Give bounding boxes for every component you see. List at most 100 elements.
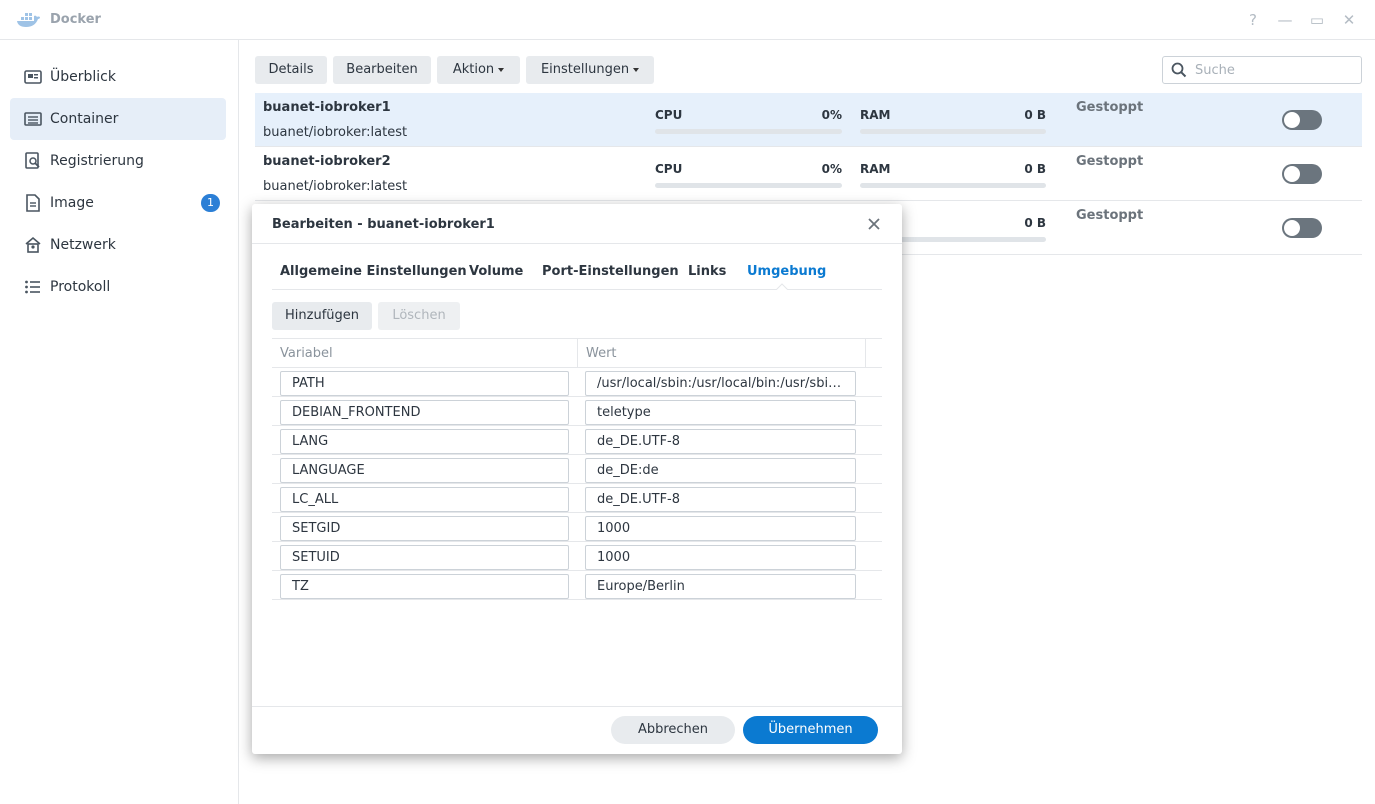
- sidebar: Überblick Container Registrierung Image …: [0, 40, 239, 804]
- tab-general-settings[interactable]: Allgemeine Einstellungen: [280, 264, 467, 279]
- image-count-badge: 1: [201, 194, 220, 212]
- search-box: [1162, 56, 1362, 84]
- cpu-label: CPU: [655, 162, 683, 176]
- env-key-input[interactable]: LC_ALL: [280, 487, 569, 512]
- apply-button[interactable]: Übernehmen: [743, 716, 878, 744]
- action-dropdown[interactable]: Aktion: [437, 56, 520, 84]
- caret-down-icon: [498, 67, 505, 72]
- cpu-value: 0%: [821, 162, 842, 176]
- env-key-input[interactable]: SETGID: [280, 516, 569, 541]
- power-toggle[interactable]: [1282, 164, 1322, 184]
- registry-icon: [24, 152, 42, 170]
- add-button[interactable]: Hinzufügen: [272, 302, 372, 330]
- sidebar-item-container[interactable]: Container: [10, 98, 226, 140]
- settings-dropdown-label: Einstellungen: [540, 62, 630, 77]
- caret-down-icon: [633, 67, 640, 72]
- env-value-input[interactable]: 1000: [585, 516, 856, 541]
- column-header-variable: Variabel: [280, 346, 333, 361]
- divider: [252, 243, 902, 244]
- container-name: buanet-iobroker2: [263, 154, 391, 169]
- env-value-input[interactable]: /usr/local/sbin:/usr/local/bin:/usr/sbin…: [585, 371, 856, 396]
- env-key-input[interactable]: DEBIAN_FRONTEND: [280, 400, 569, 425]
- container-icon: [24, 110, 42, 128]
- env-key-input[interactable]: PATH: [280, 371, 569, 396]
- sidebar-item-overview[interactable]: Überblick: [10, 56, 226, 98]
- minimize-icon[interactable]: —: [1274, 9, 1296, 31]
- container-row[interactable]: buanet-iobroker2 buanet/iobroker:latest …: [255, 147, 1362, 201]
- env-row: LC_ALL de_DE.UTF-8: [272, 484, 882, 513]
- container-row[interactable]: buanet-iobroker1 buanet/iobroker:latest …: [255, 93, 1362, 147]
- env-key-input[interactable]: LANG: [280, 429, 569, 454]
- action-dropdown-label: Aktion: [452, 62, 495, 77]
- tab-environment[interactable]: Umgebung: [747, 264, 826, 279]
- status-text: Gestoppt: [1076, 100, 1144, 115]
- active-tab-pointer-icon: [776, 283, 788, 290]
- ram-bar: [860, 183, 1046, 188]
- ram-label: RAM: [860, 108, 891, 122]
- container-image: buanet/iobroker:latest: [263, 179, 408, 194]
- tab-divider: [272, 289, 882, 290]
- sidebar-item-label: Überblick: [50, 69, 116, 85]
- network-icon: [24, 236, 42, 254]
- app-title: Docker: [50, 12, 101, 27]
- image-icon: [24, 194, 42, 212]
- cancel-button[interactable]: Abbrechen: [611, 716, 735, 744]
- column-header-value: Wert: [586, 346, 617, 361]
- tab-links[interactable]: Links: [688, 264, 726, 279]
- env-row: LANGUAGE de_DE:de: [272, 455, 882, 484]
- container-image: buanet/iobroker:latest: [263, 125, 408, 140]
- env-value-input[interactable]: de_DE:de: [585, 458, 856, 483]
- divider: [252, 706, 902, 707]
- ram-value: 0 B: [1024, 162, 1046, 176]
- tab-volume[interactable]: Volume: [469, 264, 523, 279]
- dialog-title: Bearbeiten - buanet-iobroker1: [272, 217, 495, 232]
- delete-button[interactable]: Löschen: [378, 302, 460, 330]
- cpu-value: 0%: [821, 108, 842, 122]
- env-row: DEBIAN_FRONTEND teletype: [272, 397, 882, 426]
- env-key-input[interactable]: TZ: [280, 574, 569, 599]
- column-separator: [865, 339, 866, 368]
- env-value-input[interactable]: teletype: [585, 400, 856, 425]
- settings-dropdown[interactable]: Einstellungen: [526, 56, 654, 84]
- power-toggle[interactable]: [1282, 110, 1322, 130]
- env-value-input[interactable]: 1000: [585, 545, 856, 570]
- column-separator: [577, 339, 578, 368]
- close-window-icon[interactable]: ✕: [1338, 9, 1360, 31]
- status-text: Gestoppt: [1076, 208, 1144, 223]
- sidebar-item-log[interactable]: Protokoll: [10, 266, 226, 308]
- details-button[interactable]: Details: [255, 56, 327, 84]
- container-name: buanet-iobroker1: [263, 100, 391, 115]
- ram-label: RAM: [860, 162, 891, 176]
- env-value-input[interactable]: de_DE.UTF-8: [585, 429, 856, 454]
- sidebar-item-label: Registrierung: [50, 153, 144, 169]
- cpu-bar: [655, 129, 842, 134]
- power-toggle[interactable]: [1282, 218, 1322, 238]
- sidebar-item-registry[interactable]: Registrierung: [10, 140, 226, 182]
- cpu-bar: [655, 183, 842, 188]
- docker-logo-icon: [17, 13, 40, 27]
- title-bar: Docker ? — ▭ ✕: [0, 0, 1375, 40]
- overview-icon: [24, 68, 42, 86]
- status-text: Gestoppt: [1076, 154, 1144, 169]
- maximize-icon[interactable]: ▭: [1306, 9, 1328, 31]
- sidebar-item-network[interactable]: Netzwerk: [10, 224, 226, 266]
- edit-button[interactable]: Bearbeiten: [333, 56, 431, 84]
- tab-port-settings[interactable]: Port-Einstellungen: [542, 264, 679, 279]
- log-icon: [24, 278, 42, 296]
- close-icon[interactable]: [864, 214, 884, 234]
- env-value-input[interactable]: de_DE.UTF-8: [585, 487, 856, 512]
- search-input[interactable]: [1195, 61, 1355, 79]
- search-icon: [1171, 62, 1187, 78]
- env-row: SETGID 1000: [272, 513, 882, 542]
- sidebar-item-label: Protokoll: [50, 279, 111, 295]
- ram-value: 0 B: [1024, 108, 1046, 122]
- env-key-input[interactable]: LANGUAGE: [280, 458, 569, 483]
- env-key-input[interactable]: SETUID: [280, 545, 569, 570]
- sidebar-item-label: Image: [50, 195, 94, 211]
- help-icon[interactable]: ?: [1242, 9, 1264, 31]
- edit-dialog: Bearbeiten - buanet-iobroker1 Allgemeine…: [252, 204, 902, 754]
- env-value-input[interactable]: Europe/Berlin: [585, 574, 856, 599]
- cpu-label: CPU: [655, 108, 683, 122]
- sidebar-item-image[interactable]: Image 1: [10, 182, 226, 224]
- ram-bar: [860, 129, 1046, 134]
